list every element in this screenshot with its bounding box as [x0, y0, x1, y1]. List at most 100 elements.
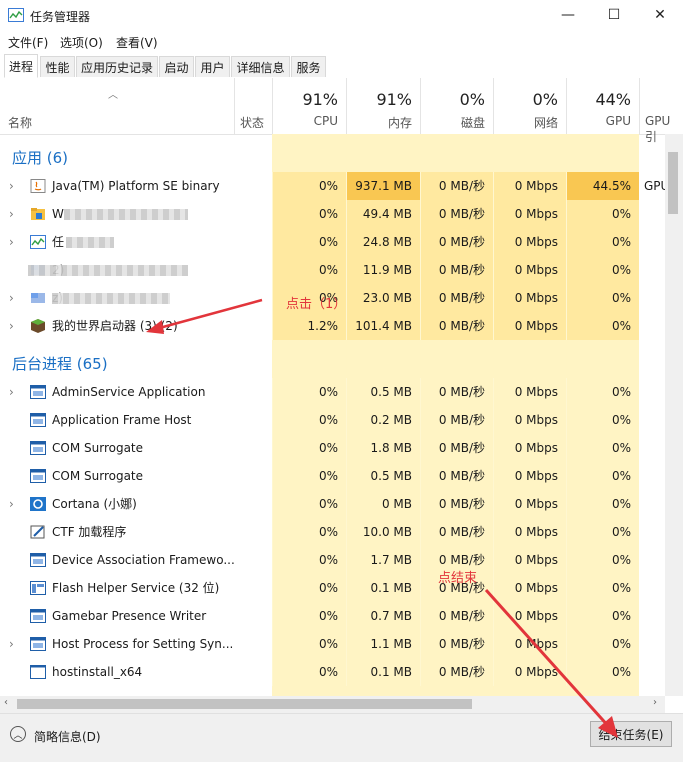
- menu-file[interactable]: 文件(F): [8, 34, 48, 51]
- window-title: 任务管理器: [30, 10, 91, 24]
- cell-gpu: 0%: [566, 256, 639, 284]
- window-app-icon: [30, 609, 46, 623]
- menu-bar: 文件(F) 选项(O) 查看(V): [0, 30, 683, 52]
- process-name: AdminService Application: [52, 385, 206, 399]
- header-disk[interactable]: 0% 磁盘: [420, 78, 493, 134]
- window-app-icon: [30, 637, 46, 651]
- process-row[interactable]: › W 0% 49.4 MB 0 MB/秒 0 Mbps 0%: [0, 200, 665, 228]
- process-row[interactable]: Flash Helper Service (32 位) 0% 0.1 MB 0 MB/…: [0, 574, 665, 602]
- header-gpu-engine[interactable]: GPU 引: [639, 78, 683, 144]
- chevron-up-icon[interactable]: ︿: [10, 726, 26, 742]
- tab-app-history[interactable]: 应用历史记录: [76, 56, 158, 77]
- cell-mem: 23.0 MB: [346, 284, 420, 312]
- window-app-icon: [30, 385, 46, 399]
- menu-options[interactable]: 选项(O): [60, 34, 103, 51]
- maximize-icon: ☐: [607, 7, 621, 23]
- tab-startup[interactable]: 启动: [159, 56, 194, 77]
- cell-mem: 101.4 MB: [346, 312, 420, 340]
- cell-mem: 24.8 MB: [346, 228, 420, 256]
- cell-gpu: 0%: [566, 406, 639, 434]
- chevron-right-icon[interactable]: ›: [9, 284, 14, 312]
- cell-mem: 0.1 MB: [346, 658, 420, 686]
- redaction-blur: [66, 237, 114, 248]
- close-icon: ✕: [654, 7, 666, 23]
- tab-processes[interactable]: 进程: [4, 54, 38, 78]
- vertical-scrollbar[interactable]: [665, 134, 683, 696]
- group-background[interactable]: 后台进程 (65): [12, 353, 108, 374]
- process-row[interactable]: COM Surrogate 0% 1.8 MB 0 MB/秒 0 Mbps 0%: [0, 434, 665, 462]
- horizontal-scroll-thumb[interactable]: [17, 699, 472, 709]
- process-row[interactable]: 2)0%11.9 MB0 MB/秒0 Mbps0%: [0, 256, 665, 284]
- chevron-right-icon[interactable]: ›: [9, 312, 14, 340]
- process-row[interactable]: › Cortana (小娜) 0% 0 MB 0 MB/秒 0 Mbps 0%: [0, 490, 665, 518]
- chevron-right-icon[interactable]: ›: [9, 228, 14, 256]
- maximize-button[interactable]: ☐: [591, 0, 637, 30]
- process-name: COM Surrogate: [52, 469, 144, 483]
- process-row[interactable]: › AdminService Application 0% 0.5 MB 0 MB/秒 0…: [0, 378, 665, 406]
- process-name: Gamebar Presence Writer: [52, 609, 207, 623]
- annotation-click-end: 点结束: [438, 571, 478, 586]
- header-cpu[interactable]: 91% CPU: [272, 78, 346, 134]
- scroll-right-icon[interactable]: ›: [653, 697, 657, 708]
- header-status[interactable]: 状态: [234, 78, 272, 134]
- chevron-right-icon[interactable]: ›: [9, 378, 14, 406]
- brief-info-link[interactable]: 简略信息(D): [34, 728, 101, 745]
- process-row[interactable]: › 任 0% 24.8 MB 0 MB/秒 0 Mbps 0%: [0, 228, 665, 256]
- cell-net: 0 Mbps: [493, 172, 566, 200]
- chevron-right-icon[interactable]: ›: [9, 630, 14, 658]
- process-row[interactable]: › Java(TM) Platform SE binary 0% 937.1 MB 0 …: [0, 172, 665, 200]
- process-row[interactable]: Gamebar Presence Writer 0% 0.7 MB 0 MB/秒 0 M…: [0, 602, 665, 630]
- process-row[interactable]: Application Frame Host 0% 0.2 MB 0 MB/秒 0 Mb…: [0, 406, 665, 434]
- close-button[interactable]: ✕: [637, 0, 683, 30]
- scroll-left-icon[interactable]: ‹: [4, 697, 8, 708]
- cell-cpu: 1.2%: [272, 312, 346, 340]
- tab-details[interactable]: 详细信息: [231, 56, 290, 77]
- cell-mem: 0.7 MB: [346, 602, 420, 630]
- cell-mem: 10.0 MB: [346, 518, 420, 546]
- cell-cpu: 0%: [272, 630, 346, 658]
- title-bar: 任务管理器 — ☐ ✕: [0, 0, 683, 30]
- cell-gpu: 0%: [566, 284, 639, 312]
- cell-gpu: 44.5%: [566, 172, 639, 200]
- flash-helper-icon: [30, 581, 46, 595]
- process-row[interactable]: COM Surrogate 0% 0.5 MB 0 MB/秒 0 Mbps 0%: [0, 462, 665, 490]
- cell-cpu: 0%: [272, 490, 346, 518]
- cell-gpu: 0%: [566, 434, 639, 462]
- tab-services[interactable]: 服务: [291, 56, 326, 77]
- annotation-click-1: 点击（1）: [286, 297, 347, 312]
- cell-gpu: 0%: [566, 658, 639, 686]
- process-name: Java(TM) Platform SE binary: [52, 179, 220, 193]
- process-name: 我的世界启动器 (3) (2): [52, 319, 178, 333]
- cell-cpu: 0%: [272, 256, 346, 284]
- process-row[interactable]: CTF 加载程序 0% 10.0 MB 0 MB/秒 0 Mbps 0%: [0, 518, 665, 546]
- header-gpu[interactable]: 44% GPU: [566, 78, 639, 134]
- tab-users[interactable]: 用户: [195, 56, 230, 77]
- minimize-button[interactable]: —: [545, 0, 591, 30]
- cell-net: 0 Mbps: [493, 574, 566, 602]
- process-name: CTF 加载程序: [52, 525, 127, 539]
- cell-mem: 937.1 MB: [346, 172, 420, 200]
- header-name[interactable]: 名称: [8, 114, 32, 131]
- process-row[interactable]: › 我的世界启动器 (3) (2) 1.2% 101.4 MB 0 MB/秒 0 Mbps…: [0, 312, 665, 340]
- cell-cpu: 0%: [272, 200, 346, 228]
- menu-view[interactable]: 查看(V): [116, 34, 158, 51]
- header-memory[interactable]: 91% 内存: [346, 78, 420, 134]
- process-row[interactable]: hostinstall_x64 0% 0.1 MB 0 MB/秒 0 Mbps 0%: [0, 658, 665, 686]
- cell-net: 0 Mbps: [493, 312, 566, 340]
- cell-disk: 0 MB/秒: [420, 256, 493, 284]
- process-row[interactable]: › Host Process for Setting Syn... 0% 1.1 MB…: [0, 630, 665, 658]
- group-apps[interactable]: 应用 (6): [12, 147, 68, 168]
- folder-icon: [31, 208, 45, 220]
- header-network[interactable]: 0% 网络: [493, 78, 566, 134]
- cell-mem: 0.5 MB: [346, 462, 420, 490]
- end-task-button[interactable]: 结束任务(E): [590, 721, 672, 747]
- chevron-right-icon[interactable]: ›: [9, 172, 14, 200]
- chevron-right-icon[interactable]: ›: [9, 490, 14, 518]
- vertical-scroll-thumb[interactable]: [668, 152, 678, 214]
- window-app-icon: [30, 441, 46, 455]
- chevron-right-icon[interactable]: ›: [9, 200, 14, 228]
- task-manager-icon: [30, 235, 46, 249]
- process-row[interactable]: Device Association Framewo... 0% 1.7 MB 0 M…: [0, 546, 665, 574]
- cell-gpu: 0%: [566, 378, 639, 406]
- tab-performance[interactable]: 性能: [40, 56, 75, 77]
